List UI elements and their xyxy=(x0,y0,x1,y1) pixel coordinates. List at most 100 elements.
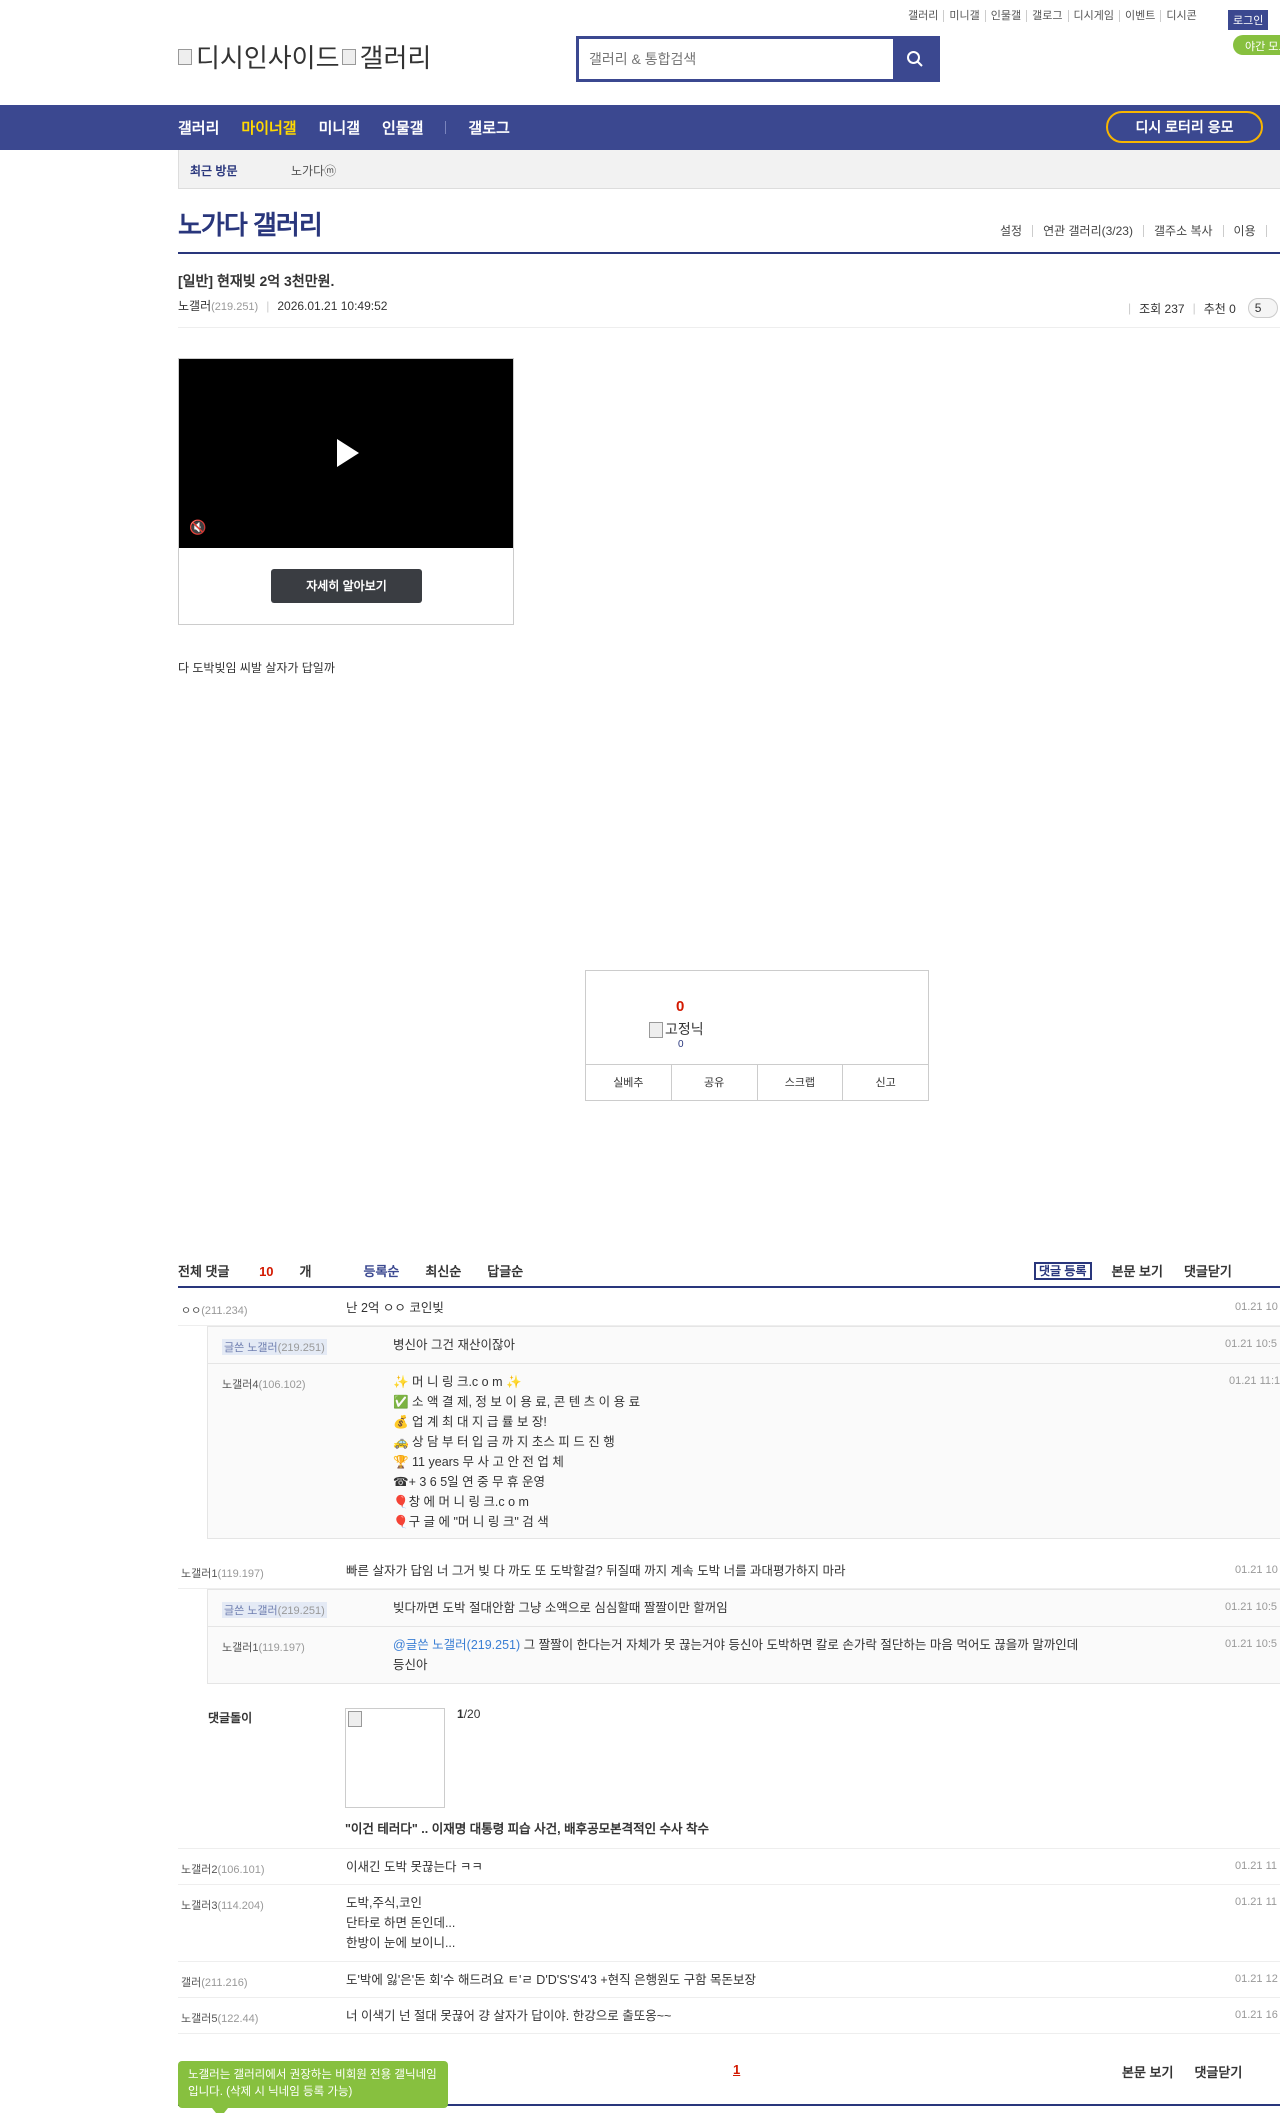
learn-more-button[interactable]: 자세히 알아보기 xyxy=(271,569,422,603)
fixed-nick-alt: 고정닉 xyxy=(665,1021,704,1037)
login-button[interactable]: 로그인 xyxy=(1228,10,1269,30)
page-number-current[interactable]: 1 xyxy=(733,2062,740,2077)
share-button[interactable]: 공유 xyxy=(672,1065,758,1101)
gallery-title[interactable]: 노가다 갤러리 xyxy=(178,205,323,242)
broken-image-icon xyxy=(649,1022,663,1039)
util-link-persongall[interactable]: 인물갤 xyxy=(986,10,1028,22)
nick-text: 노갤러1 xyxy=(222,1642,259,1654)
broken-image-icon xyxy=(341,48,356,65)
util-link-gallery[interactable]: 갤러리 xyxy=(903,10,945,22)
reply-text: 빚다까면 도박 절대안함 그냥 소액으로 심심할때 짤짤이만 할꺼임 xyxy=(393,1601,728,1615)
comment-total-suffix: 개 xyxy=(299,1264,312,1279)
related-gallery-link[interactable]: 연관 갤러리(3/23) xyxy=(1033,225,1144,237)
view-body-button[interactable]: 본문 보기 xyxy=(1112,1261,1163,1280)
nick-text: 글쓴 노갤러 xyxy=(224,1605,278,1617)
mute-icon[interactable]: 🔇 xyxy=(189,519,206,536)
reply-nick[interactable]: 글쓴 노갤러(219.251) xyxy=(222,1339,327,1355)
reply-row: 글쓴 노갤러(219.251) 병신아 그건 재산이잖아 01.21 10:5 xyxy=(208,1327,1280,1364)
util-link-event[interactable]: 이벤트 xyxy=(1120,10,1162,22)
reply-nick[interactable]: 글쓴 노갤러(219.251) xyxy=(222,1602,327,1618)
util-link-gallog[interactable]: 갤로그 xyxy=(1027,10,1069,22)
comment-line: 단타로 하면 돈인데... xyxy=(346,1916,456,1930)
nav-gallog[interactable]: 갤로그 xyxy=(468,117,509,138)
nick-text: 노갤러2 xyxy=(181,1864,218,1876)
counter-total: /20 xyxy=(463,1707,481,1721)
comment-text: 난 2억 ㅇㅇ 코인빚 xyxy=(346,1301,444,1315)
comment-total: 전체 댓글 10 개 xyxy=(178,1261,338,1280)
nick-ip: (219.251) xyxy=(277,1342,325,1354)
sort-latest[interactable]: 최신순 xyxy=(425,1261,461,1280)
comment-count-badge[interactable]: 5 xyxy=(1247,298,1278,318)
reply-body: 그 짤짤이 한다는거 자체가 못 끊는거야 등신아 도박하면 칼로 손가락 절단… xyxy=(520,1638,1079,1652)
search-icon xyxy=(907,51,923,67)
fixed-nick-image: 고정닉 xyxy=(649,1019,704,1039)
broken-image-icon xyxy=(348,1711,362,1727)
fixed-nick-count: 0 xyxy=(678,1039,684,1050)
video-player[interactable]: 🔇 xyxy=(179,359,513,548)
nick-ip: (219.251) xyxy=(277,1605,325,1617)
recommend-actions: 실베추 공유 스크랩 신고 xyxy=(586,1064,928,1101)
nick-ip: (119.197) xyxy=(258,1642,305,1654)
nav-gallery[interactable]: 갤러리 xyxy=(178,117,219,138)
scrap-button[interactable]: 스크랩 xyxy=(758,1065,844,1101)
comment-nick[interactable]: 노갤러1(119.197) xyxy=(181,1565,264,1581)
reply-line: ✅ 소 액 결 제, 정 보 이 용 료, 콘 텐 츠 이 용 료 xyxy=(393,1395,641,1409)
post-views: 조회 237 xyxy=(1139,301,1185,316)
util-link-minigall[interactable]: 미니갤 xyxy=(944,10,986,22)
reply-row: 노갤러1(119.197) @글쓴 노갤러(219.251) 그 짤짤이 한다는… xyxy=(208,1627,1280,1684)
nav-person-gallery[interactable]: 인물갤 xyxy=(382,117,423,138)
reply-date: 01.21 10:5 xyxy=(1225,1338,1277,1350)
usage-link[interactable]: 이용 xyxy=(1224,225,1267,237)
lottery-button[interactable]: 디시 로터리 응모 xyxy=(1106,111,1263,143)
comment-line: 한방이 눈에 보이니... xyxy=(346,1936,456,1950)
recent-visit-bar: 최근 방문 노가다ⓜ xyxy=(178,150,1280,189)
nav-mini-gallery[interactable]: 미니갤 xyxy=(319,117,360,138)
post-author-ip: (219.251) xyxy=(211,301,259,313)
view-body-button-bottom[interactable]: 본문 보기 xyxy=(1122,2062,1173,2081)
nickname-tooltip: 노갤러는 갤러리에서 권장하는 비회원 전용 갤닉네임입니다. (삭제 시 닉네… xyxy=(178,2061,448,2113)
util-link-dcgame[interactable]: 디시게임 xyxy=(1069,10,1120,22)
nick-text: 갤러 xyxy=(181,1977,202,1989)
comment-nick[interactable]: 노갤러5(122.44) xyxy=(181,2010,258,2026)
sort-register-order[interactable]: 등록순 xyxy=(364,1261,400,1280)
search-button[interactable] xyxy=(893,39,937,79)
post-body: 다 도박빚임 씨발 살자가 답일까 xyxy=(178,661,335,675)
night-mode-toggle[interactable]: 야간 모드 xyxy=(1233,35,1280,55)
comment-nick[interactable]: 노갤러3(114.204) xyxy=(181,1897,264,1913)
comment-bot-title[interactable]: "이건 테러다" .. 이재명 대통령 피습 사건, 배후공모본격적인 수사 착… xyxy=(345,1818,709,1837)
nav-minor-gallery[interactable]: 마이너갤 xyxy=(241,117,296,138)
comment-bot-image[interactable] xyxy=(345,1708,445,1808)
reply-row: 글쓴 노갤러(219.251) 빚다까면 도박 절대안함 그냥 소액으로 심심할… xyxy=(208,1590,1280,1627)
comment-nick[interactable]: 노갤러2(106.101) xyxy=(181,1861,265,1877)
nick-ip: (122.44) xyxy=(217,2013,259,2025)
close-comments-button[interactable]: 댓글닫기 xyxy=(1184,1261,1232,1280)
comment-register-button[interactable]: 댓글 등록 xyxy=(1034,1261,1092,1280)
copy-address-link[interactable]: 갤주소 복사 xyxy=(1144,225,1224,237)
report-button[interactable]: 신고 xyxy=(843,1065,928,1101)
real-best-button[interactable]: 실베추 xyxy=(586,1065,672,1101)
comment-nick[interactable]: ㅇㅇ(211.234) xyxy=(181,1302,248,1318)
play-icon[interactable] xyxy=(337,439,359,467)
search-input[interactable] xyxy=(579,39,893,79)
reply-nick[interactable]: 노갤러4(106.102) xyxy=(222,1376,306,1392)
comment-date: 01.21 11 xyxy=(1235,1860,1278,1872)
util-link-dccon[interactable]: 디시콘 xyxy=(1161,10,1201,22)
site-logo[interactable]: 디시인사이드 갤러리 xyxy=(178,38,431,75)
nick-text: 노갤러1 xyxy=(181,1568,218,1580)
nick-text: 노갤러4 xyxy=(222,1379,259,1391)
recent-visit-item[interactable]: 노가다ⓜ xyxy=(291,162,336,179)
comment-date: 01.21 10 xyxy=(1235,1564,1278,1576)
gallery-settings-link[interactable]: 설정 xyxy=(1000,225,1034,237)
nick-text: 노갤러5 xyxy=(181,2013,218,2025)
close-comments-button-bottom[interactable]: 댓글닫기 xyxy=(1194,2062,1242,2081)
reply-nick[interactable]: 노갤러1(119.197) xyxy=(222,1639,305,1655)
sort-reply[interactable]: 답글순 xyxy=(487,1261,523,1280)
reply-row: 노갤러4(106.102) ✨ 머 니 링 크.c o m ✨ ✅ 소 액 결 … xyxy=(208,1364,1280,1539)
comment-text: 빠른 살자가 답임 너 그거 빚 다 까도 또 도박할걸? 뒤질때 까지 계속 … xyxy=(346,1564,846,1578)
post-stats: | 조회 237 | 추천 0 5 xyxy=(1120,298,1278,318)
reply-mention[interactable]: @글쓴 노갤러(219.251) xyxy=(393,1638,520,1652)
comment-nick[interactable]: 갤러(211.216) xyxy=(181,1974,248,1990)
post-author[interactable]: 노갤러 xyxy=(178,299,211,313)
nick-ip: (106.101) xyxy=(217,1864,265,1876)
comment-header: 전체 댓글 10 개 등록순 최신순 답글순 댓글 등록 본문 보기 댓글닫기 xyxy=(178,1258,1280,1288)
